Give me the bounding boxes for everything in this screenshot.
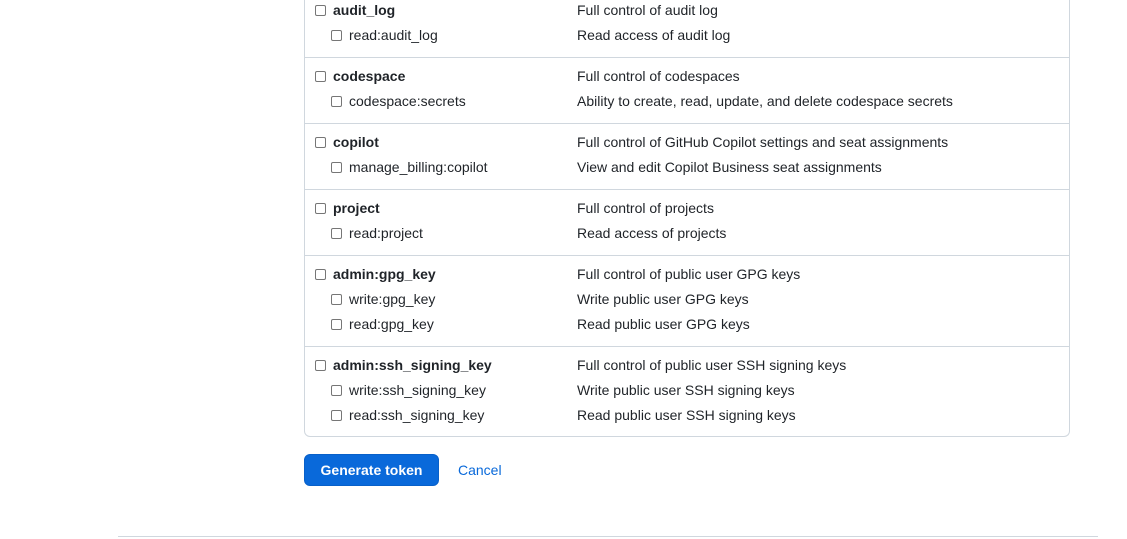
read-ssh-signing-key-checkbox[interactable]	[331, 410, 342, 421]
scope-group-audit-log: audit_log Full control of audit log read…	[305, 0, 1069, 46]
scope-group-copilot: copilot Full control of GitHub Copilot s…	[305, 123, 1069, 189]
scope-name: manage_billing:copilot	[349, 159, 488, 175]
scope-row: manage_billing:copilot View and edit Cop…	[305, 157, 1069, 177]
scope-description: Full control of public user GPG keys	[577, 266, 801, 282]
scope-group-codespace: codespace Full control of codespaces cod…	[305, 57, 1069, 123]
cancel-link[interactable]: Cancel	[458, 461, 502, 479]
scope-description: View and edit Copilot Business seat assi…	[577, 159, 882, 175]
scope-row: write:ssh_signing_key Write public user …	[305, 380, 1069, 400]
copilot-checkbox[interactable]	[315, 137, 326, 148]
scope-name: write:ssh_signing_key	[349, 382, 486, 398]
scope-name: project	[333, 200, 380, 216]
scope-row: read:project Read access of projects	[305, 223, 1069, 243]
manage-billing-copilot-checkbox[interactable]	[331, 162, 342, 173]
read-gpg-key-checkbox[interactable]	[331, 319, 342, 330]
scope-name: read:ssh_signing_key	[349, 407, 485, 423]
codespace-secrets-checkbox[interactable]	[331, 96, 342, 107]
admin-gpg-key-checkbox[interactable]	[315, 269, 326, 280]
scope-description: Read public user SSH signing keys	[577, 407, 796, 423]
scope-row: admin:gpg_key Full control of public use…	[305, 264, 1069, 284]
read-audit-log-checkbox[interactable]	[331, 30, 342, 41]
scope-row: audit_log Full control of audit log	[305, 0, 1069, 20]
scope-description: Read public user GPG keys	[577, 316, 750, 332]
write-gpg-key-checkbox[interactable]	[331, 294, 342, 305]
generate-token-button[interactable]: Generate token	[304, 454, 439, 486]
scope-row: copilot Full control of GitHub Copilot s…	[305, 132, 1069, 152]
scope-description: Full control of projects	[577, 200, 714, 216]
scope-name: read:audit_log	[349, 27, 438, 43]
scope-group-admin-ssh-signing-key: admin:ssh_signing_key Full control of pu…	[305, 346, 1069, 437]
footer-divider	[118, 536, 1098, 537]
scope-name: read:gpg_key	[349, 316, 434, 332]
scope-name: codespace	[333, 68, 406, 84]
read-project-checkbox[interactable]	[331, 228, 342, 239]
audit-log-checkbox[interactable]	[315, 5, 326, 16]
scope-row: codespace Full control of codespaces	[305, 66, 1069, 86]
admin-ssh-signing-key-checkbox[interactable]	[315, 360, 326, 371]
scope-description: Full control of GitHub Copilot settings …	[577, 134, 949, 150]
scope-description: Full control of public user SSH signing …	[577, 357, 847, 373]
scope-row: codespace:secrets Ability to create, rea…	[305, 91, 1069, 111]
scope-row: read:ssh_signing_key Read public user SS…	[305, 405, 1069, 425]
codespace-checkbox[interactable]	[315, 71, 326, 82]
scope-name: copilot	[333, 134, 379, 150]
scope-description: Read access of projects	[577, 225, 727, 241]
scope-row: read:audit_log Read access of audit log	[305, 25, 1069, 45]
scope-group-project: project Full control of projects read:pr…	[305, 189, 1069, 255]
scope-description: Write public user GPG keys	[577, 291, 749, 307]
scope-name: read:project	[349, 225, 423, 241]
project-checkbox[interactable]	[315, 203, 326, 214]
scope-row: project Full control of projects	[305, 198, 1069, 218]
scope-name: codespace:secrets	[349, 93, 466, 109]
scope-description: Ability to create, read, update, and del…	[577, 93, 953, 109]
scope-row: write:gpg_key Write public user GPG keys	[305, 289, 1069, 309]
scope-description: Write public user SSH signing keys	[577, 382, 795, 398]
scope-description: Full control of audit log	[577, 2, 718, 18]
scope-name: admin:gpg_key	[333, 266, 436, 282]
scope-group-admin-gpg-key: admin:gpg_key Full control of public use…	[305, 255, 1069, 346]
scope-description: Read access of audit log	[577, 27, 731, 43]
scope-row: admin:ssh_signing_key Full control of pu…	[305, 355, 1069, 375]
scope-name: admin:ssh_signing_key	[333, 357, 492, 373]
scopes-list: audit_log Full control of audit log read…	[304, 0, 1070, 437]
scope-description: Full control of codespaces	[577, 68, 740, 84]
scope-name: write:gpg_key	[349, 291, 436, 307]
scope-name: audit_log	[333, 2, 396, 18]
scope-row: read:gpg_key Read public user GPG keys	[305, 314, 1069, 334]
write-ssh-signing-key-checkbox[interactable]	[331, 385, 342, 396]
